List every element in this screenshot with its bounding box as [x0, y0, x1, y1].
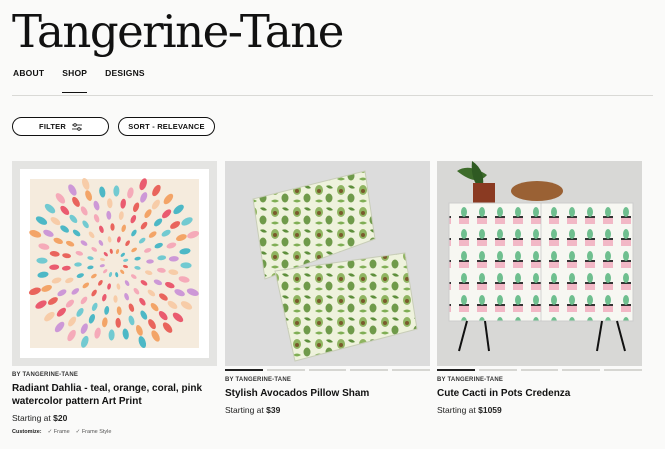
sort-label: SORT - RELEVANCE — [128, 122, 205, 131]
option-frame[interactable]: ✓ Frame — [48, 429, 70, 435]
image-carousel-indicator — [225, 369, 430, 371]
brand-logo[interactable]: Tangerine-Tane — [12, 4, 344, 60]
price-prefix: Starting at — [225, 405, 264, 415]
price-value: $20 — [53, 413, 68, 423]
image-carousel-indicator — [437, 369, 642, 371]
nav-shop[interactable]: SHOP — [62, 68, 88, 93]
header-divider — [12, 95, 653, 96]
price-prefix: Starting at — [437, 405, 476, 415]
sort-dropdown[interactable]: SORT - RELEVANCE — [118, 117, 215, 136]
customize-label: Customize: — [12, 429, 42, 435]
product-title[interactable]: Radiant Dahlia - teal, orange, coral, pi… — [12, 382, 217, 408]
customize-options: Customize: ✓ Frame ✓ Frame Style — [12, 429, 217, 435]
product-price: Starting at $39 — [225, 405, 430, 415]
price-value: $1059 — [478, 405, 502, 415]
filter-label: FILTER — [39, 122, 66, 131]
pillow-artwork — [252, 170, 418, 362]
nav-designs[interactable]: DESIGNS — [105, 68, 145, 78]
product-image-art-print[interactable] — [12, 161, 217, 366]
product-title[interactable]: Stylish Avocados Pillow Sham — [225, 387, 430, 400]
dahlia-artwork — [20, 169, 209, 358]
credenza-artwork — [437, 161, 642, 366]
price-prefix: Starting at — [12, 413, 51, 423]
product-image-credenza[interactable] — [437, 161, 642, 366]
option-frame-style[interactable]: ✓ Frame Style — [76, 429, 112, 435]
product-image-pillow-sham[interactable] — [225, 161, 430, 366]
nav-about[interactable]: ABOUT — [13, 68, 44, 78]
price-value: $39 — [266, 405, 281, 415]
product-artist[interactable]: BY TANGERINE-TANE — [225, 377, 430, 383]
sliders-icon — [71, 122, 82, 131]
product-card-credenza[interactable]: BY TANGERINE-TANE Cute Cacti in Pots Cre… — [437, 161, 642, 415]
product-price: Starting at $1059 — [437, 405, 642, 415]
product-card-art-print[interactable]: BY TANGERINE-TANE Radiant Dahlia - teal,… — [12, 161, 217, 435]
product-card-pillow-sham[interactable]: BY TANGERINE-TANE Stylish Avocados Pillo… — [225, 161, 430, 415]
product-price: Starting at $20 — [12, 413, 217, 423]
product-artist[interactable]: BY TANGERINE-TANE — [437, 377, 642, 383]
main-nav: ABOUT SHOP DESIGNS — [13, 68, 145, 93]
product-title[interactable]: Cute Cacti in Pots Credenza — [437, 387, 642, 400]
product-artist[interactable]: BY TANGERINE-TANE — [12, 372, 217, 378]
filter-button[interactable]: FILTER — [12, 117, 109, 136]
